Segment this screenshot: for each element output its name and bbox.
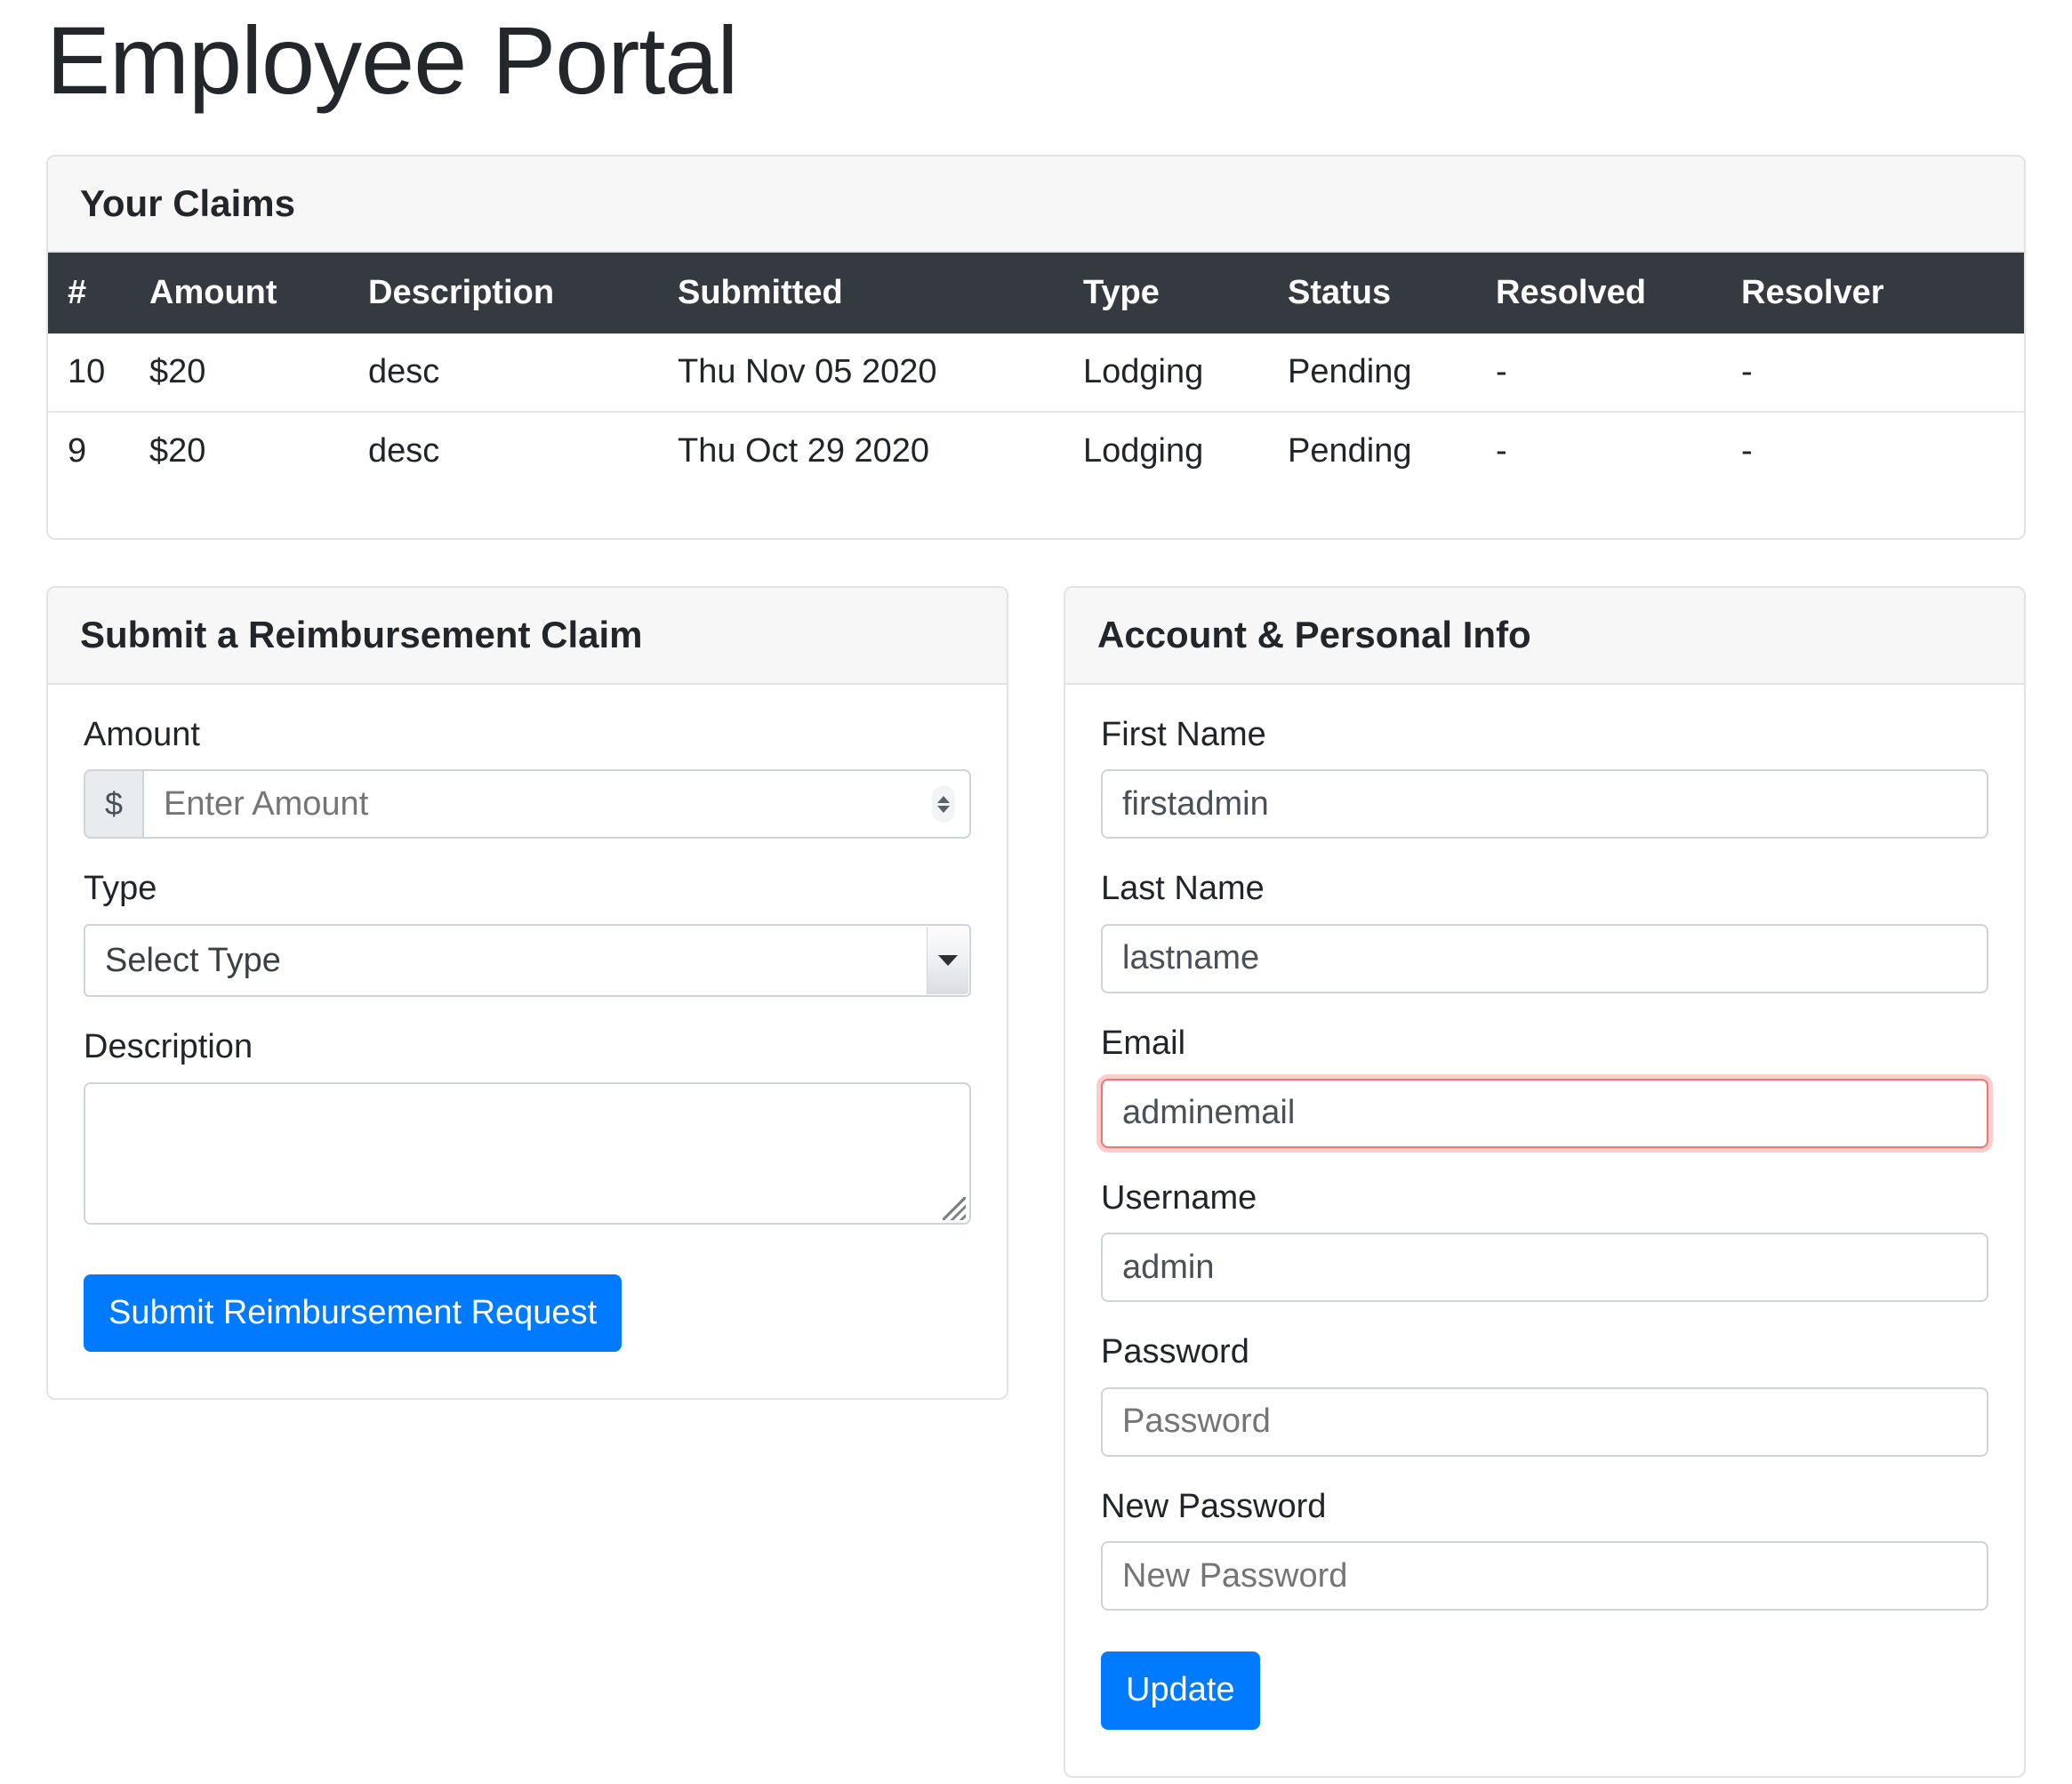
chevron-up-icon[interactable] xyxy=(937,795,950,803)
table-row[interactable]: 9 $20 desc Thu Oct 29 2020 Lodging Pendi… xyxy=(48,411,2024,491)
your-claims-card: Your Claims # Amount Description Submitt… xyxy=(46,155,2026,541)
cell-resolver: - xyxy=(1741,411,2024,491)
last-name-field-group: Last Name xyxy=(1101,869,1988,993)
column-header-resolved: Resolved xyxy=(1496,253,1741,334)
cell-number: 10 xyxy=(68,353,106,391)
description-label: Description xyxy=(84,1027,253,1065)
employee-portal-page: Employee Portal Your Claims # Amount Des… xyxy=(0,0,2072,1784)
account-card-header: Account & Personal Info xyxy=(1065,588,2024,685)
last-name-input[interactable] xyxy=(1101,923,1988,993)
column-header-resolver: Resolver xyxy=(1741,253,2024,334)
new-password-label: New Password xyxy=(1101,1487,1327,1525)
cell-submitted: Thu Nov 05 2020 xyxy=(678,353,937,391)
cell-resolver: - xyxy=(1741,353,1753,391)
column-header-amount: Amount xyxy=(149,253,368,334)
account-title: Account & Personal Info xyxy=(1097,614,1531,656)
first-name-label: First Name xyxy=(1101,715,1266,753)
submit-claim-card-header: Submit a Reimbursement Claim xyxy=(48,588,1007,685)
submit-claim-card-body: Amount $ Type Select Type xyxy=(48,685,1007,1398)
claims-table-bottom-spacer xyxy=(48,490,2024,538)
new-password-input[interactable] xyxy=(1101,1541,1988,1611)
cell-amount: $20 xyxy=(149,411,368,491)
description-textarea-wrapper xyxy=(84,1081,971,1225)
page-title: Employee Portal xyxy=(46,6,738,114)
claims-table-head: # Amount Description Submitted Type Stat… xyxy=(48,253,2024,334)
claims-table: # Amount Description Submitted Type Stat… xyxy=(48,253,2024,491)
cell-amount: $20 xyxy=(149,353,206,391)
type-select-wrapper: Select Type xyxy=(84,923,971,997)
cell-type: Lodging xyxy=(1083,353,1204,391)
email-input[interactable] xyxy=(1101,1078,1988,1148)
column-header-type: Type xyxy=(1083,253,1288,334)
your-claims-title: Your Claims xyxy=(80,182,295,224)
cell-number: 9 xyxy=(48,411,149,491)
username-field-group: Username xyxy=(1101,1178,1988,1303)
cell-resolved: - xyxy=(1496,411,1741,491)
forms-row: Submit a Reimbursement Claim Amount $ En… xyxy=(46,586,2026,1779)
first-name-field-group: First Name xyxy=(1101,715,1988,840)
dollar-sign-icon: $ xyxy=(84,769,142,840)
update-account-button[interactable]: Update xyxy=(1101,1651,1260,1731)
table-row[interactable]: 10 $20 desc Thu Nov 05 2020 Lodging Pend… xyxy=(48,333,2024,412)
column-header-status: Status xyxy=(1288,253,1496,334)
email-field-group: Email xyxy=(1101,1024,1988,1148)
username-label: Username xyxy=(1101,1178,1257,1217)
submit-reimbursement-request-button[interactable]: Submit Reimbursement Request xyxy=(84,1274,622,1353)
column-header-number: # xyxy=(48,253,149,334)
number-stepper-icon[interactable] xyxy=(932,785,955,824)
cell-submitted: Thu Oct 29 2020 xyxy=(678,411,1083,491)
amount-label: Amount xyxy=(84,715,200,753)
select-dropdown-button[interactable] xyxy=(927,926,968,994)
new-password-field-group: New Password xyxy=(1101,1487,1988,1611)
type-select[interactable]: Select Type xyxy=(84,923,971,997)
amount-input-group: $ xyxy=(84,769,971,840)
chevron-down-icon xyxy=(938,954,958,966)
password-label: Password xyxy=(1101,1333,1249,1371)
account-personal-info-card: Account & Personal Info First Name Last … xyxy=(1064,586,2026,1779)
cell-resolved: - xyxy=(1496,353,1507,391)
chevron-down-icon[interactable] xyxy=(937,805,950,813)
email-label: Email xyxy=(1101,1024,1186,1062)
description-field-group: Description xyxy=(84,1027,971,1225)
password-field-group: Password xyxy=(1101,1332,1988,1457)
column-header-description: Description xyxy=(368,253,678,334)
submit-claim-title: Submit a Reimbursement Claim xyxy=(80,614,643,656)
submit-claim-card: Submit a Reimbursement Claim Amount $ En… xyxy=(46,586,1008,1401)
your-claims-card-header: Your Claims xyxy=(48,157,2024,253)
cell-status: Pending xyxy=(1288,353,1412,391)
description-textarea[interactable] xyxy=(84,1081,971,1225)
column-header-submitted: Submitted xyxy=(678,253,1083,334)
type-field-group: Type Select Type xyxy=(84,869,971,997)
claims-table-body: 10 $20 desc Thu Nov 05 2020 Lodging Pend… xyxy=(48,333,2024,491)
cell-type: Lodging xyxy=(1083,411,1288,491)
amount-field-group: Amount $ xyxy=(84,715,971,840)
cell-description: desc xyxy=(368,411,678,491)
cell-description: desc xyxy=(368,353,440,391)
last-name-label: Last Name xyxy=(1101,870,1265,908)
claims-table-header-row: # Amount Description Submitted Type Stat… xyxy=(48,253,2024,334)
account-card-body: First Name Last Name Email Username Pass xyxy=(1065,685,2024,1776)
amount-input[interactable] xyxy=(142,769,971,840)
type-label: Type xyxy=(84,870,157,908)
cell-status: Pending xyxy=(1288,411,1496,491)
first-name-input[interactable] xyxy=(1101,769,1988,840)
username-input[interactable] xyxy=(1101,1233,1988,1303)
password-input[interactable] xyxy=(1101,1386,1988,1457)
